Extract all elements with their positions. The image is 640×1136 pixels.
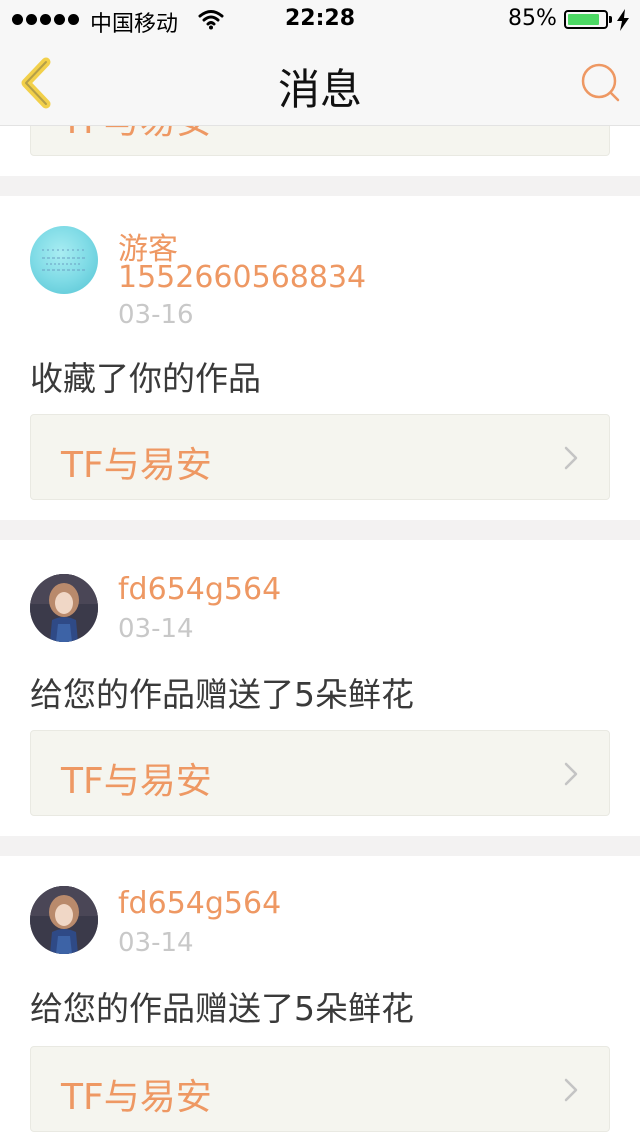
chevron-right-icon <box>564 762 578 786</box>
chevron-right-icon <box>564 1078 578 1102</box>
work-link-partial[interactable]: TF与易安 <box>30 126 610 156</box>
navigation-bar: 消息 <box>0 40 640 126</box>
message-card: fd654g564 03-14 给您的作品赠送了5朵鲜花 TF与易安 <box>0 540 640 836</box>
message-card: 游客 1552660568834 03-16 收藏了你的作品 TF与易安 <box>0 196 640 520</box>
username[interactable]: fd654g564 <box>118 886 281 921</box>
work-link[interactable]: TF与易安 <box>30 730 610 816</box>
avatar[interactable] <box>30 574 98 642</box>
message-card-partial: TF与易安 <box>0 126 640 176</box>
work-link[interactable]: TF与易安 <box>30 414 610 500</box>
message-action: 给您的作品赠送了5朵鲜花 <box>30 989 414 1028</box>
battery-fill <box>568 14 599 25</box>
message-action: 收藏了你的作品 <box>30 359 261 398</box>
message-date: 03-16 <box>118 300 194 330</box>
work-title: TF与易安 <box>61 1077 212 1118</box>
work-link[interactable]: TF与易安 <box>30 1046 610 1132</box>
status-bar: 中国移动 22:28 85% <box>0 0 640 40</box>
work-title: TF与易安 <box>61 761 212 802</box>
work-title: TF与易安 <box>61 126 212 144</box>
search-icon[interactable] <box>578 60 622 104</box>
separator <box>0 176 640 196</box>
message-feed[interactable]: TF与易安 游客 1552660568834 03-16 收藏了你的作品 TF与… <box>0 126 640 1136</box>
page-title: 消息 <box>277 65 362 114</box>
message-date: 03-14 <box>118 614 194 644</box>
avatar[interactable] <box>30 226 98 294</box>
username-line-2[interactable]: 1552660568834 <box>118 260 366 295</box>
avatar-image <box>30 574 98 642</box>
avatar-image <box>42 249 86 271</box>
message-date: 03-14 <box>118 928 194 958</box>
chevron-right-icon <box>564 446 578 470</box>
message-action: 给您的作品赠送了5朵鲜花 <box>30 675 414 714</box>
avatar[interactable] <box>30 886 98 954</box>
charging-bolt-icon <box>617 9 629 31</box>
screen: 中国移动 22:28 85% 消息 游客 1552660568834 03-16… <box>0 0 640 1136</box>
username[interactable]: fd654g564 <box>118 572 281 607</box>
battery-icon <box>564 10 612 29</box>
message-card: fd654g564 03-14 给您的作品赠送了5朵鲜花 TF与易安 <box>0 856 640 1136</box>
avatar-image <box>30 886 98 954</box>
separator <box>0 520 640 540</box>
work-title: TF与易安 <box>61 445 212 486</box>
battery-percent: 85% <box>508 6 557 31</box>
separator <box>0 836 640 856</box>
